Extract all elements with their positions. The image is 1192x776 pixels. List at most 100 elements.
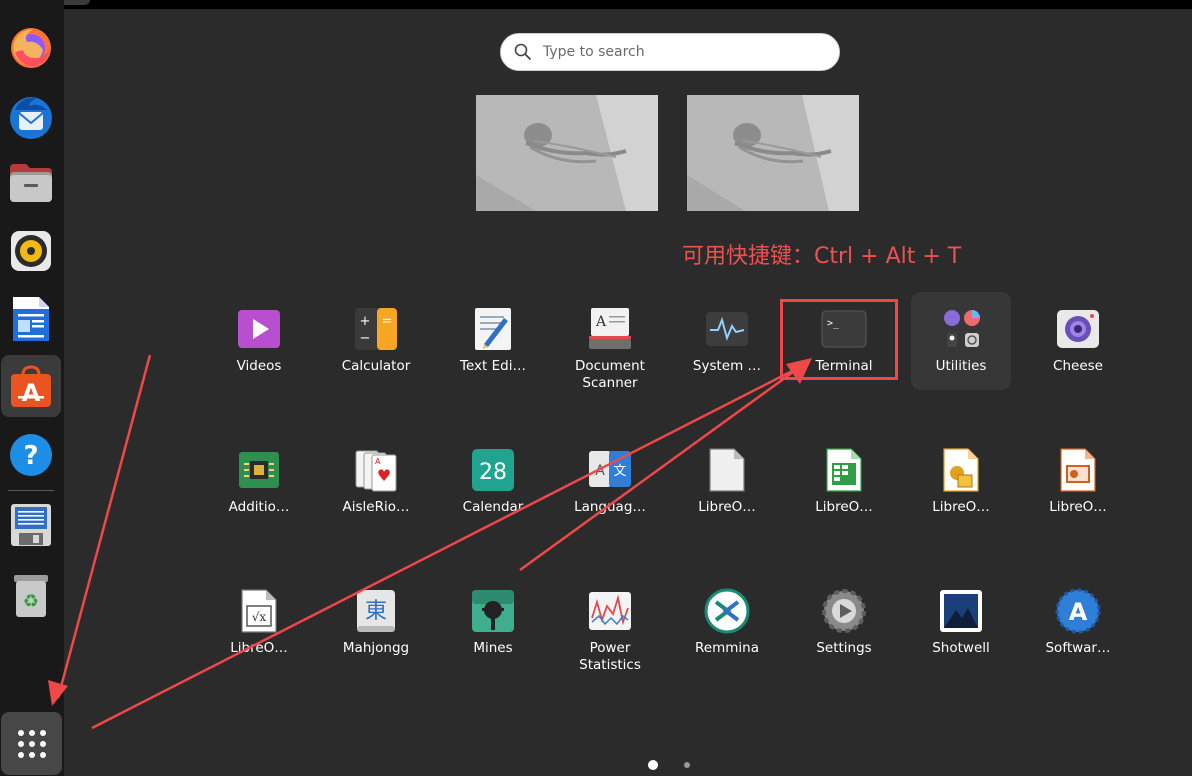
app-label: Videos — [236, 358, 282, 374]
cheese-icon — [1057, 310, 1099, 348]
app-label: Shotwell — [932, 640, 990, 656]
app-calendar[interactable]: 28 Calendar — [443, 433, 543, 531]
app-libreoffice[interactable]: LibreO… — [677, 433, 777, 531]
app-label: Text Edi… — [460, 358, 526, 374]
wallpaper-jellyfish-image — [687, 95, 859, 211]
help-icon: ? — [10, 434, 52, 476]
app-label: Document Scanner — [575, 358, 645, 391]
search-input[interactable] — [543, 44, 813, 60]
svg-text:♥: ♥ — [377, 466, 391, 485]
svg-text:A: A — [595, 314, 607, 330]
libreoffice-icon — [709, 448, 745, 492]
app-libreoffice-math[interactable]: √x LibreO… — [209, 574, 309, 672]
dock-item-firefox[interactable] — [0, 17, 62, 79]
dock-item-thunderbird[interactable] — [0, 85, 62, 147]
dock-item-rhythmbox[interactable] — [0, 220, 62, 282]
app-label: Calendar — [462, 499, 524, 515]
mahjongg-icon: 東 — [357, 590, 395, 632]
software-icon: A — [1055, 588, 1101, 634]
settings-icon — [822, 589, 866, 633]
app-additional-drivers[interactable]: Additio… — [209, 433, 309, 531]
app-label: Cheese — [1053, 358, 1103, 374]
app-label: Additio… — [228, 499, 290, 515]
search-bar[interactable] — [500, 33, 840, 71]
search-icon — [514, 43, 531, 60]
app-aisleriot[interactable]: A ♥ AisleRio… — [326, 433, 426, 531]
mahjongg-glyph: 東 — [365, 599, 387, 624]
files-icon — [10, 164, 52, 202]
dock-item-ubuntu-software[interactable]: A — [1, 355, 61, 417]
app-folder-utilities[interactable]: Utilities — [911, 292, 1011, 390]
terminal-highlight-box — [780, 299, 898, 380]
system-monitor-icon — [706, 312, 748, 346]
thunderbird-icon — [10, 97, 52, 139]
app-shotwell[interactable]: Shotwell — [911, 574, 1011, 672]
remmina-icon — [704, 588, 750, 634]
document-scanner-icon: A — [589, 308, 631, 349]
app-language-support[interactable]: A 文 Languag… — [560, 433, 660, 531]
aisleriot-icon: A ♥ — [355, 450, 397, 492]
app-label: Mines — [473, 640, 513, 656]
svg-text:A: A — [595, 463, 605, 479]
dock-item-drive[interactable] — [0, 494, 62, 556]
svg-text:?: ? — [23, 441, 38, 471]
app-system-monitor[interactable]: System … — [677, 292, 777, 390]
app-label: Softwar… — [1045, 640, 1111, 656]
utilities-folder-icon — [944, 310, 980, 347]
app-label: Calculator — [341, 358, 411, 374]
app-software[interactable]: A Softwar… — [1028, 574, 1128, 672]
dock-item-writer[interactable] — [0, 288, 62, 350]
app-text-editor[interactable]: Text Edi… — [443, 292, 543, 390]
videos-icon — [238, 310, 280, 348]
dock-item-trash[interactable]: ♻ — [0, 564, 62, 626]
app-libreoffice-calc[interactable]: LibreO… — [794, 433, 894, 531]
ubuntu-software-icon: A — [11, 365, 51, 407]
svg-text:♻: ♻ — [23, 591, 39, 612]
dock-item-files[interactable] — [0, 152, 62, 214]
app-label: Mahjongg — [342, 640, 410, 656]
wallpaper-jellyfish-image — [476, 95, 658, 211]
app-label: LibreO… — [698, 499, 756, 515]
app-label: LibreO… — [932, 499, 990, 515]
calculator-icon: + − = — [355, 308, 397, 350]
page-dot-active[interactable] — [648, 760, 658, 770]
dock-item-help[interactable]: ? — [0, 424, 62, 486]
app-remmina[interactable]: Remmina — [677, 574, 777, 672]
arrow-to-show-apps — [56, 354, 152, 699]
app-mahjongg[interactable]: 東 Mahjongg — [326, 574, 426, 672]
text-editor-icon — [475, 308, 511, 350]
app-label: LibreO… — [815, 499, 873, 515]
calendar-icon: 28 — [472, 449, 514, 491]
shortcut-hint-annotation: 可用快捷键：Ctrl + Alt + T — [682, 244, 962, 269]
rhythmbox-icon — [11, 231, 51, 271]
power-statistics-icon — [589, 592, 631, 630]
app-document-scanner[interactable]: A Document Scanner — [560, 292, 660, 391]
svg-text:A: A — [1069, 598, 1088, 626]
app-cheese[interactable]: Cheese — [1028, 292, 1128, 390]
page-dot[interactable] — [684, 762, 690, 768]
svg-text:=: = — [382, 314, 393, 329]
trash-icon: ♻ — [14, 575, 48, 617]
firefox-icon — [11, 28, 51, 68]
workspace-thumbnail-2[interactable] — [687, 95, 859, 211]
shotwell-icon — [940, 590, 982, 632]
app-label: LibreO… — [1049, 499, 1107, 515]
app-libreoffice-impress[interactable]: LibreO… — [1028, 433, 1128, 531]
app-label: Power Statistics — [579, 640, 641, 673]
show-apps-button[interactable] — [1, 712, 62, 775]
app-settings[interactable]: Settings — [794, 574, 894, 672]
calendar-day: 28 — [479, 460, 507, 485]
workspace-thumbnail-1[interactable] — [476, 95, 658, 211]
app-power-statistics[interactable]: Power Statistics — [560, 574, 660, 673]
app-calculator[interactable]: + − = Calculator — [326, 292, 426, 390]
app-libreoffice-draw[interactable]: LibreO… — [911, 433, 1011, 531]
save-drive-icon — [11, 504, 51, 546]
app-videos[interactable]: Videos — [209, 292, 309, 390]
libreoffice-math-icon: √x — [241, 589, 277, 633]
page-indicator — [646, 760, 696, 770]
top-bar — [0, 0, 1192, 9]
app-mines[interactable]: Mines — [443, 574, 543, 672]
app-label: Utilities — [935, 358, 987, 374]
svg-text:+: + — [360, 314, 371, 329]
svg-text:√x: √x — [252, 610, 267, 624]
